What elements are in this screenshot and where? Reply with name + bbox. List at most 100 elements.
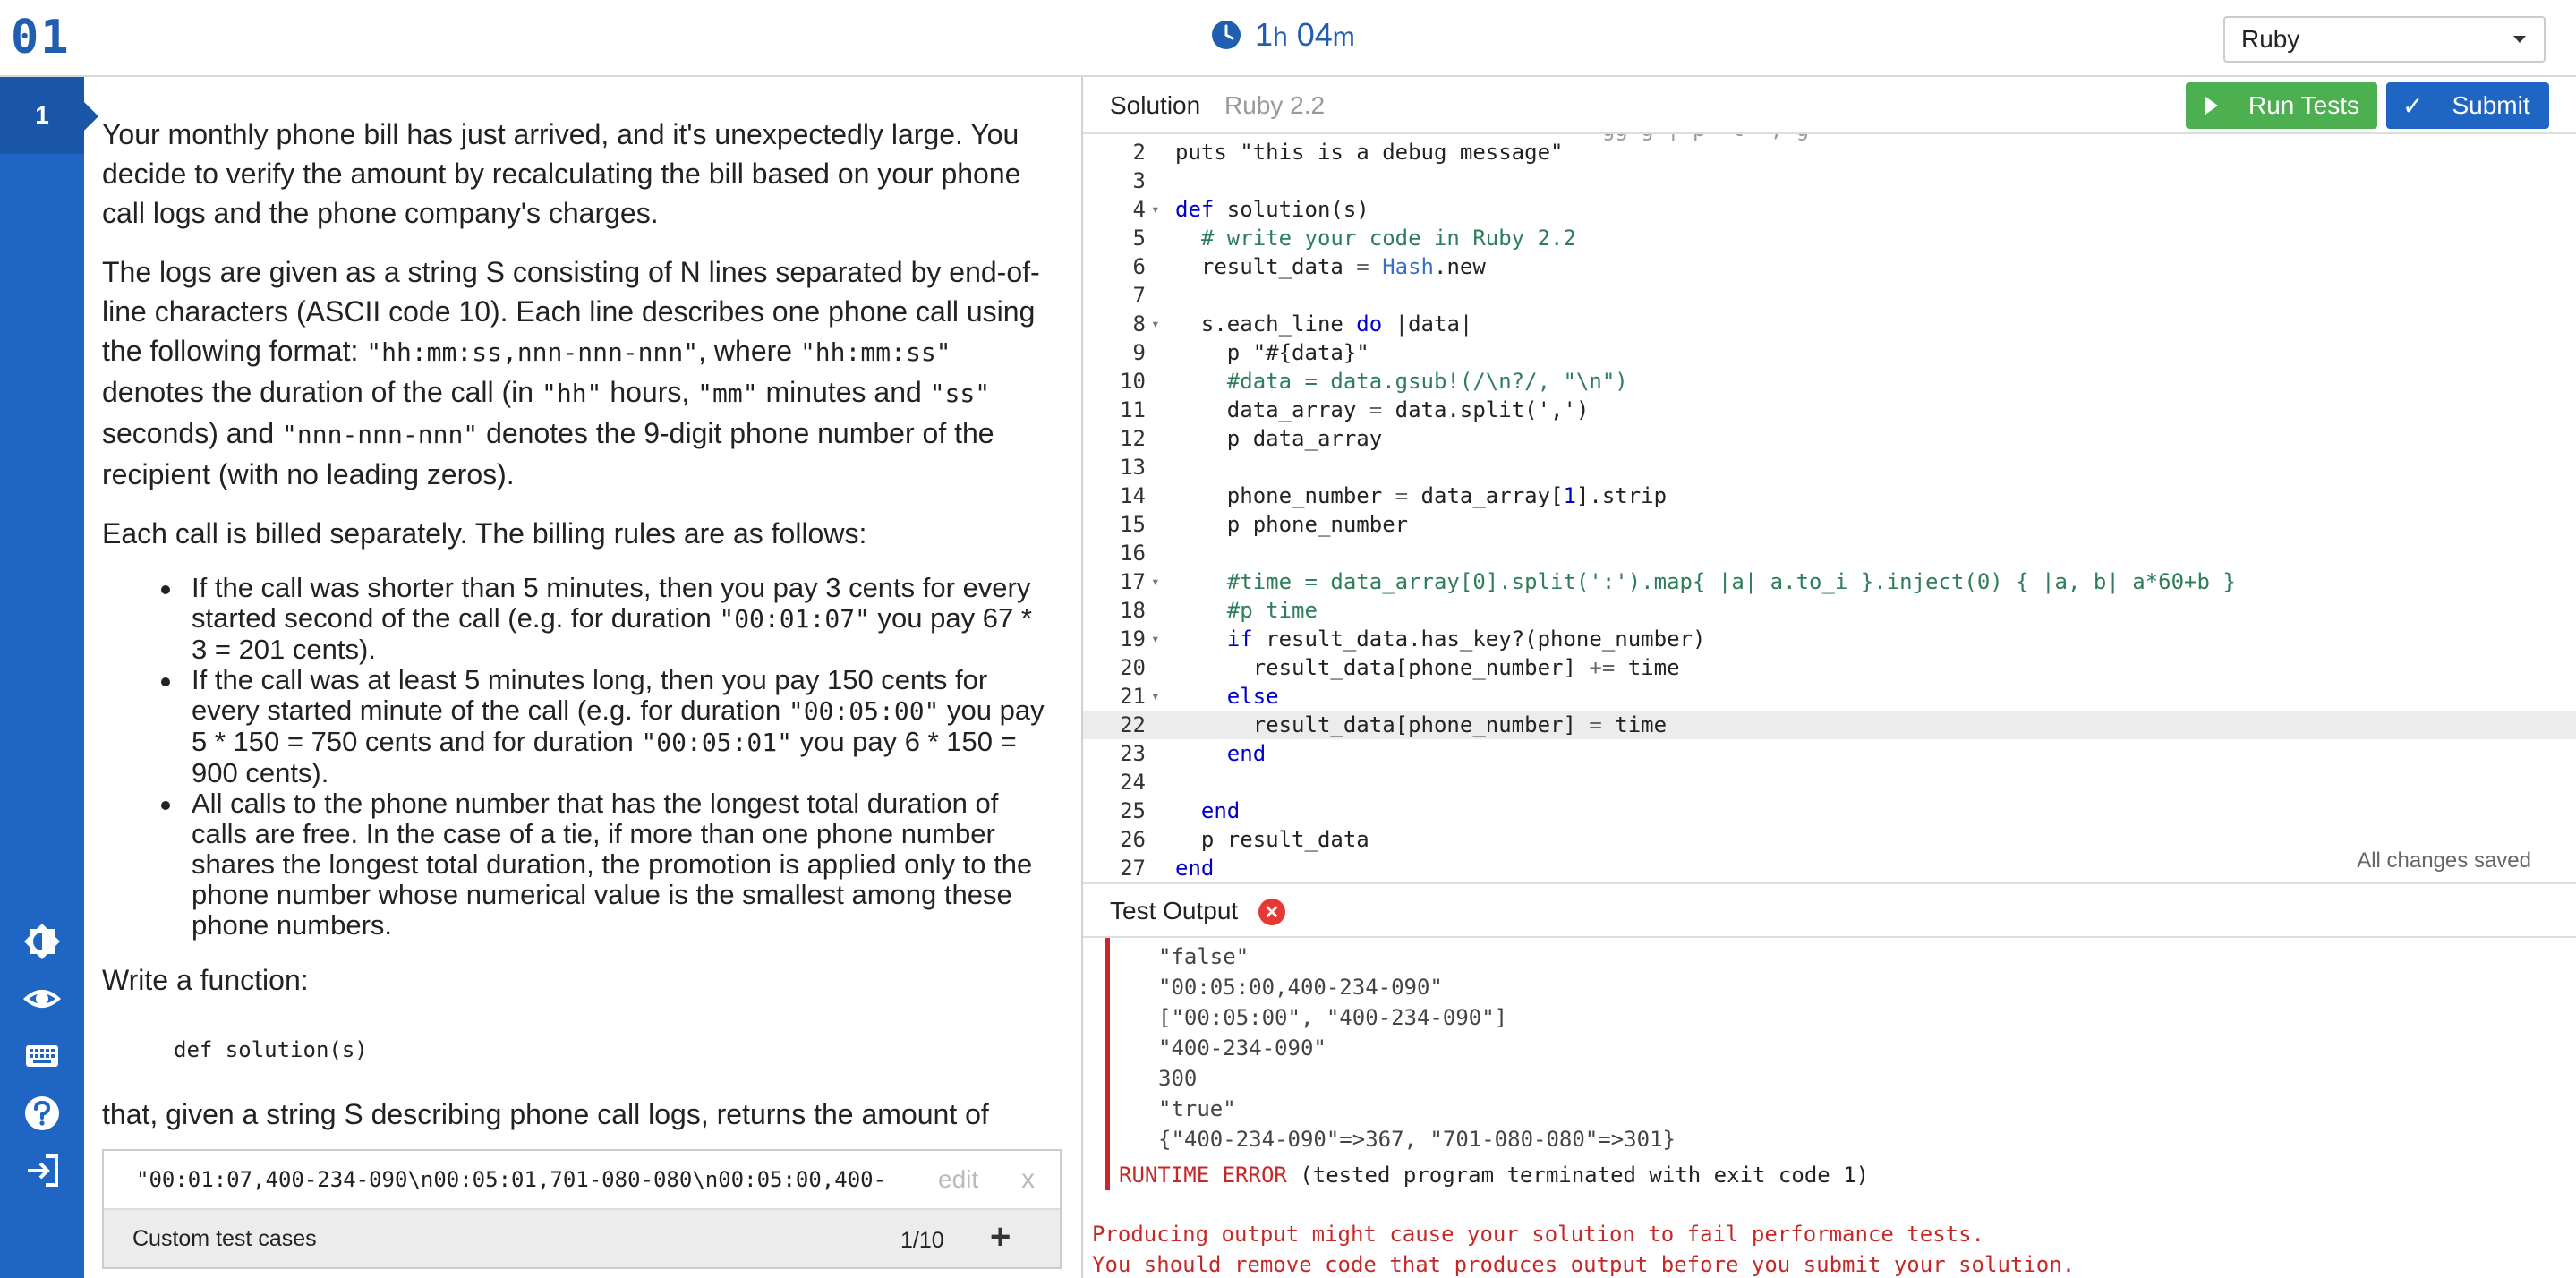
brightness-icon[interactable]	[22, 922, 62, 961]
billing-intro: Each call is billed separately. The bill…	[102, 517, 867, 550]
line-number: 6	[1132, 254, 1146, 279]
problem-format: The logs are given as a string S consist…	[102, 256, 1040, 490]
chevron-down-icon	[2513, 36, 2526, 43]
custom-test-cases-label: Custom test cases	[132, 1225, 317, 1251]
code-text: puts "this is a debug message"	[1175, 140, 1564, 165]
keyboard-icon[interactable]	[22, 1036, 62, 1076]
line-number: 3	[1132, 168, 1146, 193]
line-number: 10	[1120, 369, 1146, 394]
output-warning: You should remove code that produces out…	[1092, 1252, 2076, 1277]
language-version: Ruby 2.2	[1224, 91, 1326, 119]
code-line[interactable]: 11 data_array = data.split(',')	[1083, 396, 2576, 424]
solution-title: Solution	[1110, 91, 1201, 119]
language-select[interactable]: Ruby	[2223, 16, 2546, 63]
fold-toggle-icon[interactable]: ▾	[1151, 310, 1160, 338]
code-line[interactable]: 16	[1083, 539, 2576, 567]
test-output-title: Test Output	[1110, 897, 1239, 924]
code-text: result_data[phone_number] = time	[1175, 712, 1668, 737]
edit-test-case-button[interactable]: edit	[938, 1165, 978, 1194]
code-line[interactable]: 3	[1083, 166, 2576, 195]
code-text: #data = data.gsub!(/\n?/, "\n")	[1175, 369, 1628, 394]
eye-icon[interactable]	[22, 979, 62, 1018]
line-number: 25	[1120, 798, 1146, 823]
codility-logo: 01	[11, 11, 71, 64]
line-number: 9	[1132, 340, 1146, 365]
code-line[interactable]: 26 p result_data	[1083, 825, 2576, 854]
code-line[interactable]: 10 #data = data.gsub!(/\n?/, "\n")	[1083, 367, 2576, 396]
line-number: 8	[1132, 311, 1146, 337]
line-number: 24	[1120, 770, 1146, 795]
code-line[interactable]: 21 ▾ else	[1083, 682, 2576, 711]
problem-description: Your monthly phone bill has just arrived…	[84, 77, 1081, 1133]
code-line[interactable]: 12 p data_array	[1083, 424, 2576, 453]
code-line[interactable]: 22 result_data[phone_number] = time	[1083, 711, 2576, 739]
code-line[interactable]: 7	[1083, 281, 2576, 310]
line-number: 19	[1120, 626, 1146, 652]
test-output: RUNTIME ERROR (tested program terminated…	[1083, 938, 2576, 1278]
task-tab-1[interactable]: 1	[0, 77, 98, 154]
submit-label: Submit	[2452, 91, 2530, 119]
code-line[interactable]: 25 end	[1083, 797, 2576, 825]
billing-rule: All calls to the phone number that has t…	[161, 788, 1045, 941]
code-text: p phone_number	[1175, 512, 1409, 537]
line-number: 13	[1120, 455, 1146, 480]
output-line: 300	[1158, 1066, 1198, 1091]
function-signature: def solution(s)	[174, 1037, 368, 1062]
code-line[interactable]: 18 #p time	[1083, 596, 2576, 625]
code-line[interactable]: 9 p "#{data}"	[1083, 338, 2576, 367]
output-error-bar	[1105, 938, 1110, 1190]
output-line: "true"	[1158, 1096, 1236, 1121]
remove-test-case-button[interactable]: x	[1021, 1164, 1035, 1195]
problem-return-text: that, given a string S describing phone …	[102, 1098, 989, 1130]
code-line[interactable]: 17 ▾ #time = data_array[0].split(':').map…	[1083, 567, 2576, 596]
play-icon	[2205, 97, 2218, 115]
code-line[interactable]: 5 # write your code in Ruby 2.2	[1083, 224, 2576, 252]
code-text: end	[1200, 798, 1241, 823]
code-line[interactable]: 27 end	[1083, 854, 2576, 882]
fold-toggle-icon[interactable]: ▾	[1151, 625, 1160, 653]
code-text: if result_data.has_key?(phone_number)	[1226, 626, 1706, 652]
clock-icon	[1212, 21, 1241, 49]
code-editor[interactable]: gg g | p t , g All changes saved 2puts "…	[1083, 134, 2576, 882]
fold-toggle-icon[interactable]: ▾	[1151, 567, 1160, 596]
output-line: ["00:05:00", "400-234-090"]	[1158, 1005, 1508, 1030]
line-number: 17	[1120, 569, 1146, 594]
code-line[interactable]: 20 result_data[phone_number] += time	[1083, 653, 2576, 682]
line-number: 12	[1120, 426, 1146, 451]
line-number: 16	[1120, 541, 1146, 566]
line-number: 26	[1120, 827, 1146, 852]
code-line[interactable]: 4 ▾ def solution(s)	[1083, 195, 2576, 224]
code-text: data_array = data.split(',')	[1175, 397, 1590, 422]
line-number: 20	[1120, 655, 1146, 680]
code-text: else	[1226, 684, 1279, 709]
line-number: 27	[1120, 856, 1146, 881]
code-line[interactable]: 6 result_data = Hash.new	[1083, 252, 2576, 281]
line-number: 23	[1120, 741, 1146, 766]
help-icon[interactable]	[22, 1094, 62, 1133]
code-line[interactable]: 2 puts "this is a debug message"	[1083, 138, 2576, 166]
fold-toggle-icon[interactable]: ▾	[1151, 195, 1160, 224]
code-line[interactable]: 15 p phone_number	[1083, 510, 2576, 539]
problem-intro: Your monthly phone bill has just arrived…	[102, 118, 1021, 229]
submit-button[interactable]: ✓ Submit	[2386, 82, 2549, 129]
code-line[interactable]: 14 phone_number = data_array[1].strip	[1083, 481, 2576, 510]
code-line[interactable]: 19 ▾ if result_data.has_key?(phone_number…	[1083, 625, 2576, 653]
test-case-input[interactable]: "00:01:07,400-234-090\n00:05:01,701-080-…	[136, 1167, 906, 1192]
logout-icon[interactable]	[22, 1151, 62, 1190]
code-text: # write your code in Ruby 2.2	[1175, 226, 1576, 251]
solution-header: Solution Ruby 2.2 Run Tests ✓ Submit	[1083, 77, 2576, 134]
code-line[interactable]: 23 end	[1083, 739, 2576, 768]
code-line[interactable]: 13	[1083, 453, 2576, 481]
run-tests-button[interactable]: Run Tests	[2186, 82, 2377, 129]
output-line: "400-234-090"	[1158, 1035, 1326, 1061]
code-line[interactable]: 8 ▾ s.each_line do |data|	[1083, 310, 2576, 338]
billing-rules: If the call was shorter than 5 minutes, …	[161, 573, 1045, 941]
fold-toggle-icon[interactable]: ▾	[1151, 682, 1160, 711]
billing-rule: If the call was shorter than 5 minutes, …	[161, 573, 1045, 665]
test-case-row: "00:01:07,400-234-090\n00:05:01,701-080-…	[104, 1151, 1060, 1210]
timer: 1h 04m	[1210, 16, 1355, 54]
add-test-case-button[interactable]: +	[990, 1219, 1011, 1255]
output-line: "00:05:00,400-234-090"	[1158, 975, 1443, 1000]
line-number: 21	[1120, 684, 1146, 709]
code-line[interactable]: 24	[1083, 768, 2576, 797]
